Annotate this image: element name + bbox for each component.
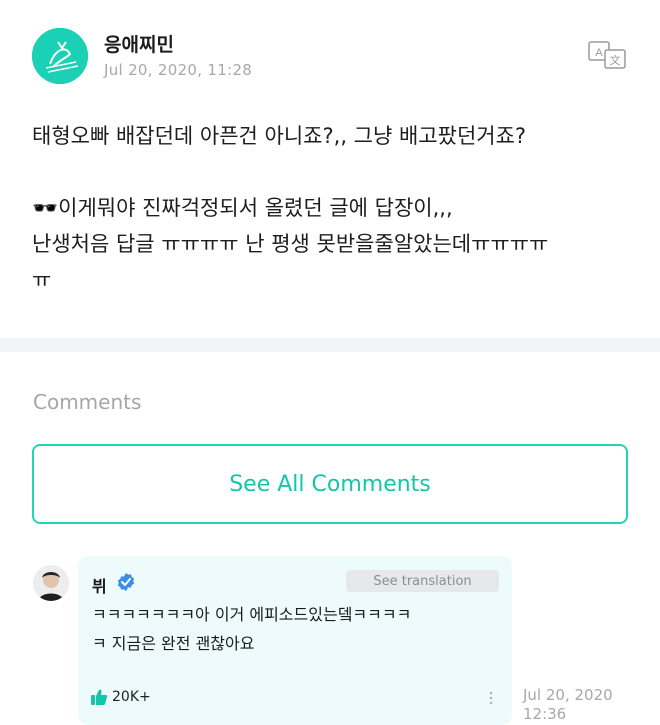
post-username[interactable]: 응애찌민 xyxy=(104,30,174,57)
post-body: 태형오빠 배잡던데 아픈건 아니죠?,, 그냥 배고팠던거죠? 🕶️이게뭐야 진… xyxy=(32,118,632,298)
post-line: ㅠ xyxy=(32,268,52,292)
comments-heading: Comments xyxy=(33,390,142,414)
post-timestamp: Jul 20, 2020, 11:28 xyxy=(104,61,253,79)
section-divider xyxy=(0,338,660,352)
see-translation-button[interactable]: See translation xyxy=(346,570,499,592)
comment-bubble: 뷔 See translation ㅋㅋㅋㅋㅋㅋㅋ아 이거 에피소드있는뎈ㅋㅋㅋ… xyxy=(78,556,512,725)
comment-line: ㅋㅋㅋㅋㅋㅋㅋ아 이거 에피소드있는뎈ㅋㅋㅋㅋ xyxy=(92,605,412,624)
post-line: 난생처음 답글 ㅠㅠㅠㅠ 난 평생 못받을줄알았는데ㅠㅠㅠㅠ xyxy=(32,232,549,256)
like-count: 20K+ xyxy=(112,689,151,705)
translate-icon[interactable]: A 文 xyxy=(588,40,628,70)
avatar-image xyxy=(32,28,88,84)
post-line xyxy=(32,154,632,190)
comment-author-avatar[interactable] xyxy=(33,565,69,601)
comment-date: Jul 20, 2020 xyxy=(523,686,613,704)
post: 응애찌민 Jul 20, 2020, 11:28 A 文 태형오빠 배잡던데 아… xyxy=(0,0,660,338)
see-all-comments-button[interactable]: See All Comments xyxy=(32,444,628,524)
comment-avatar-image xyxy=(33,565,69,601)
post-author-avatar[interactable] xyxy=(32,28,88,84)
post-line: 태형오빠 배잡던데 아픈건 아니죠?,, 그냥 배고팠던거죠? xyxy=(32,124,527,148)
comment-time: 12:36 xyxy=(523,705,567,723)
post-line: 🕶️이게뭐야 진짜걱정되서 올렸던 글에 답장이,,, xyxy=(32,196,453,220)
comment-username[interactable]: 뷔 xyxy=(92,573,107,597)
verified-badge-icon xyxy=(116,572,136,592)
comment-body: ㅋㅋㅋㅋㅋㅋㅋ아 이거 에피소드있는뎈ㅋㅋㅋㅋ ㅋ 지금은 완전 괜찮아요 xyxy=(92,600,492,658)
comment-timestamp: Jul 20, 2020 12:36 xyxy=(523,686,613,724)
thumbs-up-icon[interactable] xyxy=(90,688,108,706)
svg-text:A: A xyxy=(595,47,603,59)
more-vertical-icon[interactable] xyxy=(487,690,495,706)
like-control[interactable]: 20K+ xyxy=(90,688,151,706)
svg-text:文: 文 xyxy=(610,53,621,67)
comment-line: ㅋ 지금은 완전 괜찮아요 xyxy=(92,634,255,653)
